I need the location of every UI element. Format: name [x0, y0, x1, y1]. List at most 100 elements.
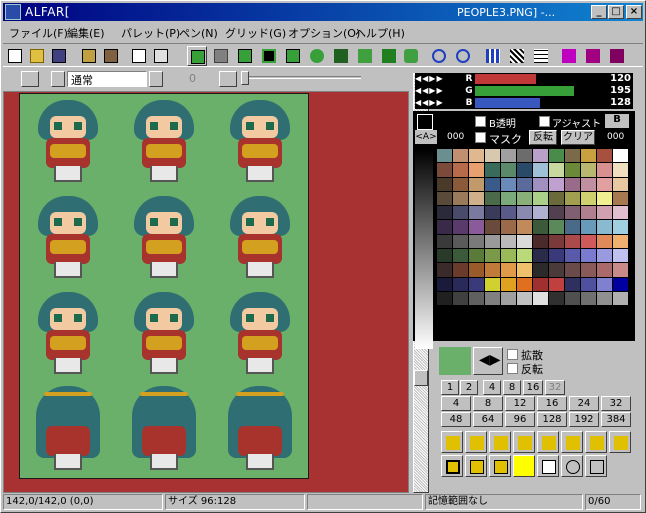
- palette-swatch[interactable]: [565, 177, 581, 192]
- dot-tool-button[interactable]: [211, 46, 231, 66]
- palette-swatch[interactable]: [469, 163, 485, 178]
- spray-button[interactable]: [331, 46, 351, 66]
- palette-swatch[interactable]: [517, 291, 533, 307]
- palette-swatch[interactable]: [485, 220, 501, 235]
- palette-swatch[interactable]: [597, 277, 613, 292]
- palette-swatch[interactable]: [453, 263, 469, 278]
- palette-swatch[interactable]: [501, 291, 517, 307]
- blue-arrow-buttons[interactable]: ◀◀▶▶: [415, 97, 463, 109]
- red-slider-row[interactable]: ◀◀▶▶ R 120: [415, 73, 633, 85]
- zoom-384-button[interactable]: 384: [601, 412, 631, 427]
- sprite-sheet[interactable]: [19, 93, 309, 479]
- palette-swatch[interactable]: [469, 206, 485, 221]
- palette-swatch[interactable]: [613, 291, 629, 307]
- open-button[interactable]: [27, 46, 47, 66]
- rotate-left-button[interactable]: [489, 431, 511, 453]
- zoom-48-button[interactable]: 48: [441, 412, 471, 427]
- palette-swatch[interactable]: [533, 220, 549, 235]
- text-button[interactable]: [401, 46, 421, 66]
- palette-swatch[interactable]: [517, 177, 533, 192]
- palette-swatch[interactable]: [613, 191, 629, 207]
- palette-swatch[interactable]: [517, 206, 533, 221]
- palette-swatch[interactable]: [581, 277, 597, 292]
- palette-swatch[interactable]: [501, 163, 517, 178]
- lasso-button[interactable]: [585, 455, 607, 477]
- palette-swatch[interactable]: [597, 220, 613, 235]
- palette-swatch[interactable]: [469, 234, 485, 250]
- flip-horizontal-button[interactable]: [465, 431, 487, 453]
- palette-swatch[interactable]: [437, 277, 453, 292]
- palette-swatch[interactable]: [565, 234, 581, 250]
- palette-swatch[interactable]: [437, 163, 453, 178]
- palette-swatch[interactable]: [437, 263, 453, 278]
- palette-swatch[interactable]: [581, 149, 597, 164]
- palette-swatch[interactable]: [485, 277, 501, 292]
- adjust-checkbox[interactable]: [539, 116, 550, 127]
- palette-swatch[interactable]: [565, 206, 581, 221]
- palette-swatch[interactable]: [613, 277, 629, 292]
- palette-swatch[interactable]: [549, 206, 565, 221]
- palette-swatch[interactable]: [453, 249, 469, 264]
- paste-button[interactable]: [151, 46, 171, 66]
- zoom-96-button[interactable]: 96: [505, 412, 535, 427]
- palette-swatch[interactable]: [597, 163, 613, 178]
- select-round-button[interactable]: [561, 455, 583, 477]
- palette-swatch[interactable]: [533, 177, 549, 192]
- zoom-24-button[interactable]: 24: [569, 396, 599, 411]
- palette-swatch[interactable]: [613, 234, 629, 250]
- palette-swatch[interactable]: [469, 191, 485, 207]
- palette-swatch[interactable]: [453, 191, 469, 207]
- sprite-frame[interactable]: [116, 190, 212, 286]
- red-arrow-buttons[interactable]: ◀◀▶▶: [415, 73, 463, 85]
- palette-swatch[interactable]: [437, 149, 453, 164]
- zoom-16-button[interactable]: 16: [523, 380, 543, 395]
- palette-swatch[interactable]: [501, 149, 517, 164]
- palette-swatch[interactable]: [613, 263, 629, 278]
- palette-swatch[interactable]: [485, 263, 501, 278]
- table-button[interactable]: [531, 46, 551, 66]
- palette-swatch[interactable]: [501, 177, 517, 192]
- zoom-128-button[interactable]: 128: [537, 412, 567, 427]
- palette-swatch[interactable]: [549, 191, 565, 207]
- blue-slider-row[interactable]: ◀◀▶▶ B 128: [415, 97, 633, 109]
- maximize-button[interactable]: □: [608, 5, 624, 19]
- palette-swatch[interactable]: [565, 149, 581, 164]
- flip-checkbox[interactable]: [507, 363, 518, 374]
- palette-swatch[interactable]: [613, 149, 629, 164]
- green-bar[interactable]: [475, 86, 574, 96]
- size-spinner[interactable]: [219, 71, 237, 87]
- palette-swatch[interactable]: [485, 206, 501, 221]
- green-arrow-buttons[interactable]: ◀◀▶▶: [415, 85, 463, 97]
- palette-swatch[interactable]: [437, 206, 453, 221]
- stamp-button[interactable]: [379, 46, 399, 66]
- palette-swatch[interactable]: [517, 163, 533, 178]
- palette-swatch[interactable]: [485, 234, 501, 250]
- palette-swatch[interactable]: [453, 149, 469, 164]
- palette-swatch[interactable]: [581, 263, 597, 278]
- palette-swatch[interactable]: [597, 263, 613, 278]
- palette-swatch[interactable]: [533, 234, 549, 250]
- sprite-frame[interactable]: [116, 382, 212, 478]
- direction-pad[interactable]: ◀▶: [473, 347, 503, 375]
- palette-swatch[interactable]: [437, 291, 453, 307]
- invert-button[interactable]: 反転: [529, 130, 557, 145]
- zoom-8b-button[interactable]: 8: [473, 396, 503, 411]
- palette-swatch[interactable]: [453, 177, 469, 192]
- color-magenta-button[interactable]: [559, 46, 579, 66]
- palette-swatch[interactable]: [597, 191, 613, 207]
- spread-checkbox[interactable]: [507, 349, 518, 360]
- zoom-8-button[interactable]: 8: [503, 380, 521, 395]
- zoom-32-button[interactable]: 32: [545, 380, 565, 395]
- palette-swatch[interactable]: [613, 220, 629, 235]
- zoom-2-button[interactable]: 2: [460, 380, 478, 395]
- palette-swatch[interactable]: [581, 191, 597, 207]
- palette-swatch[interactable]: [469, 177, 485, 192]
- palette-swatch[interactable]: [517, 263, 533, 278]
- select-area-button[interactable]: [537, 455, 559, 477]
- size-slider-thumb[interactable]: [241, 71, 249, 85]
- palette-swatch[interactable]: [549, 177, 565, 192]
- palette-swatch[interactable]: [549, 234, 565, 250]
- palette-swatch[interactable]: [613, 206, 629, 221]
- palette-swatch[interactable]: [517, 249, 533, 264]
- pen-shape-dropdown[interactable]: [21, 71, 39, 87]
